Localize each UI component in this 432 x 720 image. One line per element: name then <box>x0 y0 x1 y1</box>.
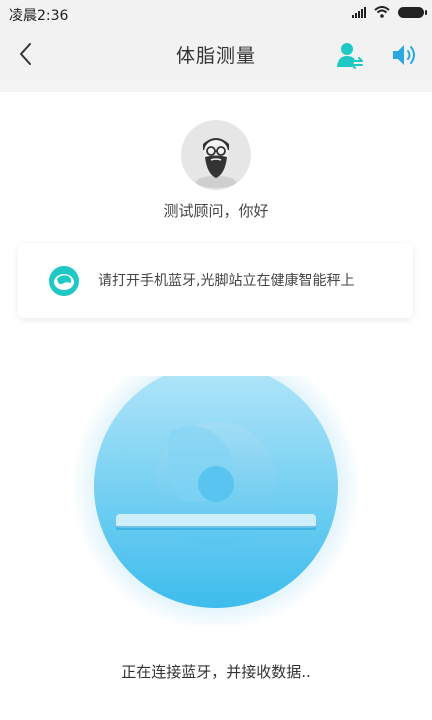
advisor-avatar-icon <box>196 138 236 188</box>
wifi-icon <box>374 6 390 18</box>
avatar[interactable] <box>181 120 251 190</box>
connection-status-text: 正在连接蓝牙，并接收数据.. <box>121 663 311 681</box>
volume-button[interactable] <box>390 41 418 69</box>
tip-card: 请打开手机蓝牙,光脚站立在健康智能秤上 <box>18 243 413 318</box>
scale-illustration <box>71 376 361 626</box>
nav-bar: 体脂测量 <box>0 28 432 80</box>
signal-icon <box>352 6 366 18</box>
status-bar: 凌晨2:36 <box>0 0 432 28</box>
greeting-text: 测试顾问，你好 <box>163 202 269 220</box>
page-title: 体脂测量 <box>175 45 256 67</box>
tip-text: 请打开手机蓝牙,光脚站立在健康智能秤上 <box>98 273 355 289</box>
status-icons <box>352 6 427 18</box>
scale-tip-icon <box>49 266 79 296</box>
status-time: 凌晨2:36 <box>9 8 69 24</box>
battery-icon <box>398 6 427 18</box>
section-divider <box>0 80 432 92</box>
user-switch-button[interactable] <box>336 41 364 69</box>
